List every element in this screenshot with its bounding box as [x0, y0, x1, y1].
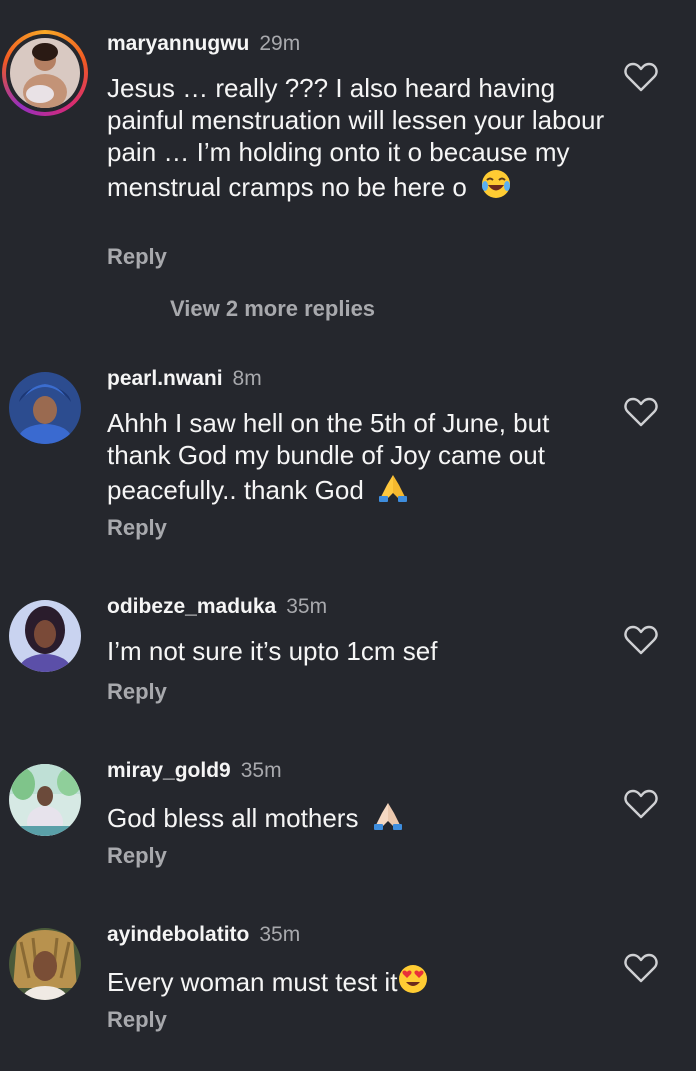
username[interactable]: maryannugwu — [107, 32, 249, 55]
comment-meta: ayindebolatito 35m — [107, 923, 300, 947]
reply-button[interactable]: Reply — [107, 1007, 167, 1033]
reply-button[interactable]: Reply — [107, 679, 167, 705]
timestamp: 29m — [259, 32, 301, 55]
like-heart-icon[interactable] — [624, 62, 658, 92]
avatar-story-ring[interactable] — [2, 30, 88, 116]
timestamp: 8m — [232, 367, 262, 390]
comment-text: Jesus … really ??? I also heard having p… — [107, 72, 607, 207]
comment-body: Every woman must test it — [107, 967, 398, 997]
timestamp: 35m — [240, 759, 282, 782]
comment-meta: miray_gold9 35m — [107, 759, 282, 783]
username[interactable]: pearl.nwani — [107, 367, 223, 390]
avatar[interactable] — [9, 372, 81, 444]
comment-meta: odibeze_maduka 35m — [107, 595, 327, 619]
comment-body: Jesus … really ??? I also heard having p… — [107, 73, 605, 202]
folded-hands-emoji — [377, 471, 409, 510]
like-heart-icon[interactable] — [624, 953, 658, 983]
view-more-replies-button[interactable]: View 2 more replies — [170, 296, 375, 322]
like-heart-icon[interactable] — [624, 397, 658, 427]
timestamp: 35m — [286, 595, 328, 618]
reply-button[interactable]: Reply — [107, 843, 167, 869]
comments-feed: maryannugwu 29m Jesus … really ??? I also… — [0, 0, 696, 1071]
username[interactable]: miray_gold9 — [107, 759, 231, 782]
laughing-tears-emoji — [480, 168, 512, 207]
comment-text: Every woman must test it — [107, 963, 607, 1002]
avatar[interactable] — [9, 764, 81, 836]
comment-body: Ahhh I saw hell on the 5th of June, but … — [107, 408, 550, 505]
comment-body: I’m not sure it’s upto 1cm sef — [107, 636, 438, 666]
username[interactable]: ayindebolatito — [107, 923, 249, 946]
heart-eyes-emoji — [397, 963, 429, 1002]
reply-button[interactable]: Reply — [107, 244, 167, 270]
reply-button[interactable]: Reply — [107, 515, 167, 541]
avatar[interactable] — [9, 928, 81, 1000]
avatar[interactable] — [9, 600, 81, 672]
comment-text: Ahhh I saw hell on the 5th of June, but … — [107, 407, 607, 510]
folded-hands-light-emoji — [372, 799, 404, 838]
timestamp: 35m — [259, 923, 301, 946]
comment-meta: pearl.nwani 8m — [107, 367, 262, 391]
comment-text: I’m not sure it’s upto 1cm sef — [107, 635, 607, 667]
comment-meta: maryannugwu 29m — [107, 32, 300, 56]
avatar — [10, 38, 80, 108]
username[interactable]: odibeze_maduka — [107, 595, 276, 618]
comment-text: God bless all mothers — [107, 799, 607, 838]
like-heart-icon[interactable] — [624, 625, 658, 655]
like-heart-icon[interactable] — [624, 789, 658, 819]
comment-body: God bless all mothers — [107, 803, 359, 833]
